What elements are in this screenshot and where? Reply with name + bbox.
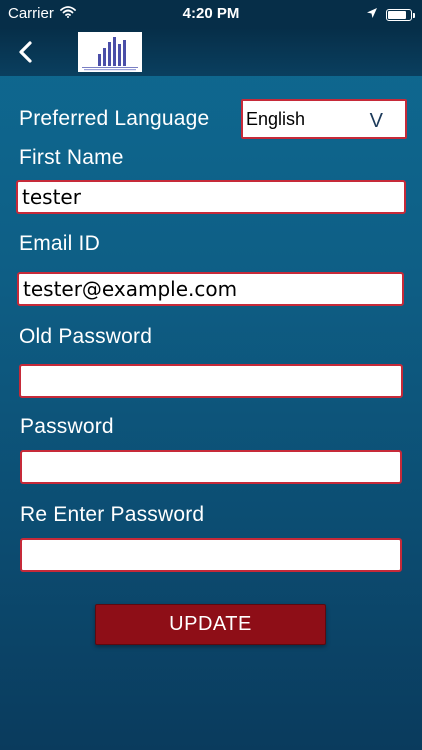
first-name-input[interactable]: [16, 180, 406, 214]
email-label: Email ID: [19, 232, 100, 255]
re-enter-password-label: Re Enter Password: [20, 503, 205, 526]
chevron-down-icon: V: [369, 110, 383, 132]
email-input[interactable]: [17, 272, 404, 306]
nav-bar: [0, 28, 422, 76]
company-logo: [78, 32, 142, 72]
password-input[interactable]: [20, 450, 402, 484]
battery-icon: [386, 8, 415, 21]
battery-fill: [388, 10, 406, 19]
first-name-label: First Name: [19, 146, 124, 169]
status-bar: Carrier 4:20 PM: [0, 0, 422, 28]
old-password-label: Old Password: [19, 325, 153, 348]
back-button[interactable]: [14, 38, 38, 66]
status-right: [366, 6, 415, 23]
status-time: 4:20 PM: [182, 5, 240, 22]
language-select[interactable]: English V: [241, 99, 407, 139]
building-logo-icon: [78, 37, 142, 76]
language-select-value: English: [246, 109, 306, 129]
update-button[interactable]: UPDATE: [95, 604, 326, 645]
password-label: Password: [20, 415, 114, 438]
chevron-left-icon: [14, 41, 38, 70]
re-enter-password-input[interactable]: [20, 538, 402, 572]
preferred-language-label: Preferred Language: [19, 107, 210, 130]
location-arrow-icon: [366, 6, 378, 23]
old-password-input[interactable]: [19, 364, 403, 398]
